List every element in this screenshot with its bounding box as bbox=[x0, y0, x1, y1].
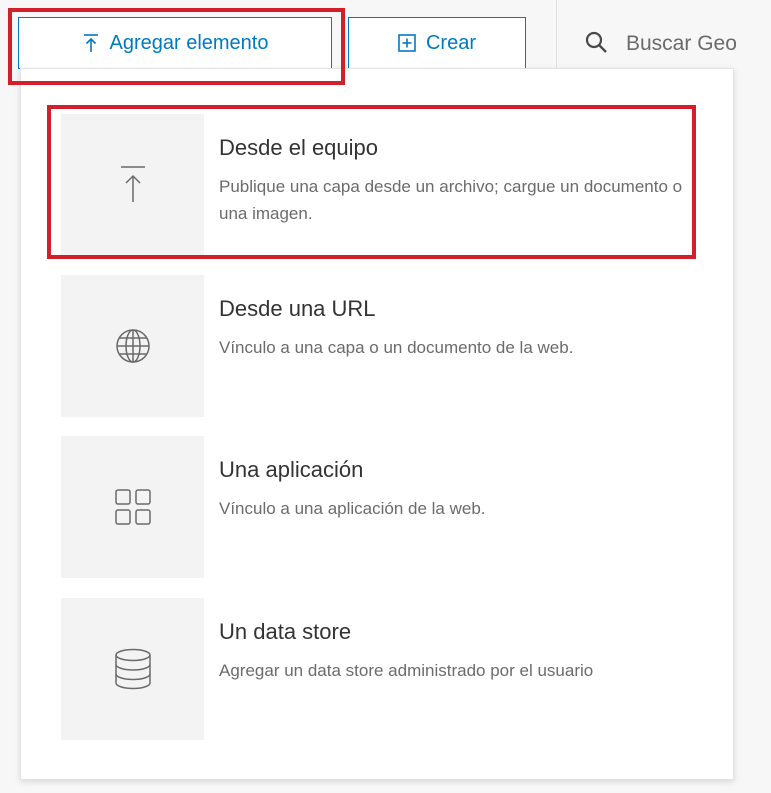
menu-item-description: Vínculo a una capa o un documento de la … bbox=[219, 338, 574, 358]
menu-item-text: Desde el equipo Publique una capa desde … bbox=[204, 114, 709, 256]
upload-icon bbox=[61, 114, 204, 256]
globe-icon bbox=[61, 275, 204, 417]
menu-item-from-computer[interactable]: Desde el equipo Publique una capa desde … bbox=[61, 114, 701, 256]
menu-item-text: Una aplicación Vínculo a una aplicación … bbox=[204, 436, 709, 578]
menu-item-data-store[interactable]: Un data store Agregar un data store admi… bbox=[61, 598, 701, 740]
add-item-button[interactable]: Agregar elemento bbox=[18, 17, 332, 69]
search-input[interactable]: Buscar Geo bbox=[584, 22, 737, 66]
create-button[interactable]: Crear bbox=[348, 17, 526, 69]
search-placeholder: Buscar Geo bbox=[626, 32, 737, 55]
menu-item-title: Una aplicación bbox=[219, 457, 364, 482]
add-item-label: Agregar elemento bbox=[109, 31, 269, 54]
menu-item-text: Desde una URL Vínculo a una capa o un do… bbox=[204, 275, 709, 417]
menu-item-description: Vínculo a una aplicación de la web. bbox=[219, 499, 486, 519]
add-item-dropdown-menu: Desde el equipo Publique una capa desde … bbox=[20, 68, 734, 780]
menu-item-application[interactable]: Una aplicación Vínculo a una aplicación … bbox=[61, 436, 701, 578]
toolbar-divider bbox=[556, 0, 557, 72]
menu-item-description: Agregar un data store administrado por e… bbox=[219, 661, 594, 681]
menu-item-text: Un data store Agregar un data store admi… bbox=[204, 598, 709, 740]
upload-icon bbox=[82, 33, 100, 53]
menu-item-description: Publique una capa desde un archivo; carg… bbox=[219, 177, 683, 223]
menu-item-title: Desde una URL bbox=[219, 296, 376, 321]
menu-item-title: Desde el equipo bbox=[219, 135, 379, 160]
menu-item-from-url[interactable]: Desde una URL Vínculo a una capa o un do… bbox=[61, 275, 701, 417]
apps-grid-icon bbox=[61, 436, 204, 578]
menu-item-title: Un data store bbox=[219, 619, 352, 644]
add-square-icon bbox=[398, 34, 416, 52]
create-label: Crear bbox=[425, 31, 476, 54]
search-icon bbox=[584, 30, 608, 59]
app-stage: Agregar elemento Crear Buscar Geo Desde … bbox=[0, 0, 771, 793]
database-icon bbox=[61, 598, 204, 740]
